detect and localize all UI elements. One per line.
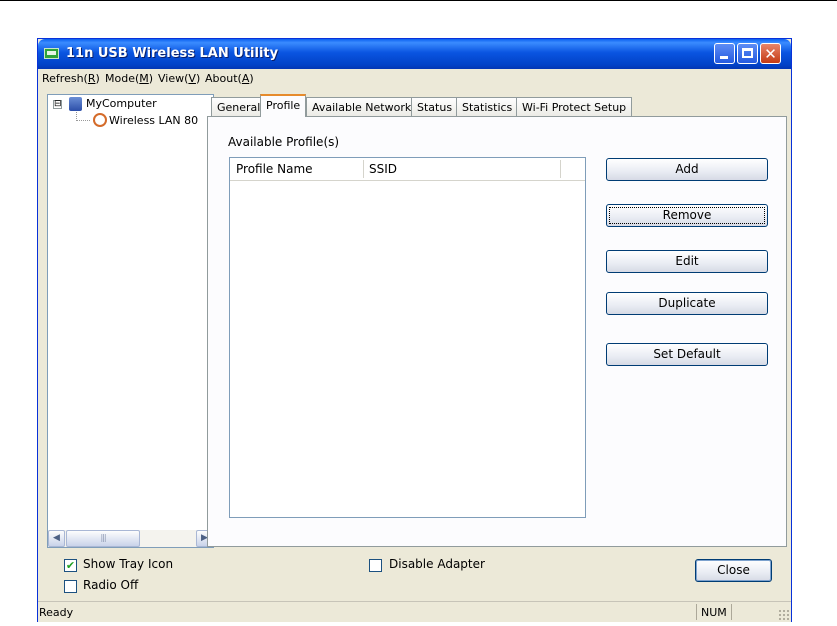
minimize-button[interactable] xyxy=(714,43,735,64)
column-divider[interactable] xyxy=(363,160,364,178)
app-icon xyxy=(44,48,59,59)
disable-adapter-checkbox[interactable] xyxy=(369,559,382,572)
profile-list[interactable]: Profile Name SSID xyxy=(229,157,586,518)
show-tray-icon-label: Show Tray Icon xyxy=(83,557,174,571)
close-button[interactable]: Close xyxy=(695,559,772,582)
tree-collapse-toggle[interactable]: ⊟ xyxy=(53,100,62,109)
column-profile-name[interactable]: Profile Name xyxy=(236,162,313,176)
resize-grip[interactable] xyxy=(778,609,790,621)
duplicate-button[interactable]: Duplicate xyxy=(606,292,768,315)
tab-available-network[interactable]: Available Network xyxy=(306,97,418,116)
menu-refresh[interactable]: Refresh(R) xyxy=(42,72,100,85)
remove-button[interactable]: Remove xyxy=(606,204,768,227)
tab-general[interactable]: General xyxy=(211,97,267,116)
status-pane-empty xyxy=(731,604,766,620)
maximize-icon xyxy=(742,48,753,58)
maximize-button[interactable] xyxy=(737,43,758,64)
minimize-icon xyxy=(720,56,728,59)
disable-adapter-label: Disable Adapter xyxy=(389,557,485,571)
profile-list-header: Profile Name SSID xyxy=(230,158,585,181)
menu-mode[interactable]: Mode(M) xyxy=(105,72,153,85)
utility-window: 11n USB Wireless LAN Utility ✕ Refresh(R… xyxy=(37,38,792,622)
tab-status[interactable]: Status xyxy=(411,97,459,116)
close-icon: ✕ xyxy=(764,45,777,63)
column-divider[interactable] xyxy=(560,160,561,178)
tree-horizontal-scrollbar[interactable]: ◀ ||| ▶ xyxy=(48,530,213,547)
edit-button[interactable]: Edit xyxy=(606,250,768,273)
num-lock-indicator: NUM xyxy=(696,604,731,620)
window-title: 11n USB Wireless LAN Utility xyxy=(66,46,279,61)
tab-statistics[interactable]: Statistics xyxy=(456,97,519,116)
top-border-line xyxy=(0,0,837,1)
tree-item-mycomputer[interactable]: MyComputer xyxy=(86,97,157,110)
scroll-left-button[interactable]: ◀ xyxy=(48,530,65,547)
tab-wifi-protect-setup[interactable]: Wi-Fi Protect Setup xyxy=(516,97,633,116)
show-tray-icon-checkbox[interactable]: ✔ xyxy=(64,559,77,572)
status-text: Ready xyxy=(39,606,74,619)
add-button[interactable]: Add xyxy=(606,158,768,181)
tab-profile[interactable]: Profile xyxy=(260,94,307,117)
tree-item-wireless-lan[interactable]: Wireless LAN 80 xyxy=(109,114,198,127)
status-bar: Ready NUM xyxy=(38,601,791,622)
title-bar[interactable]: 11n USB Wireless LAN Utility ✕ xyxy=(38,39,791,69)
tree-connector xyxy=(76,120,90,121)
close-window-button[interactable]: ✕ xyxy=(760,43,781,64)
radio-off-label: Radio Off xyxy=(83,578,139,592)
menu-bar: Refresh(R) Mode(M) View(V) About(A) xyxy=(38,69,791,88)
menu-about[interactable]: About(A) xyxy=(205,72,254,85)
profile-tab-panel: Available Profile(s) Profile Name SSID A… xyxy=(207,116,787,547)
set-default-button[interactable]: Set Default xyxy=(606,343,768,366)
wireless-adapter-icon xyxy=(93,113,107,127)
available-profiles-label: Available Profile(s) xyxy=(228,135,340,149)
computer-icon xyxy=(69,97,82,111)
menu-view[interactable]: View(V) xyxy=(158,72,200,85)
scroll-thumb[interactable]: ||| xyxy=(66,530,140,547)
column-ssid[interactable]: SSID xyxy=(369,162,397,176)
num-lock-label: NUM xyxy=(701,606,727,619)
radio-off-checkbox[interactable] xyxy=(64,580,77,593)
device-tree[interactable]: ⊟ MyComputer Wireless LAN 80 ◀ ||| ▶ xyxy=(47,94,214,548)
